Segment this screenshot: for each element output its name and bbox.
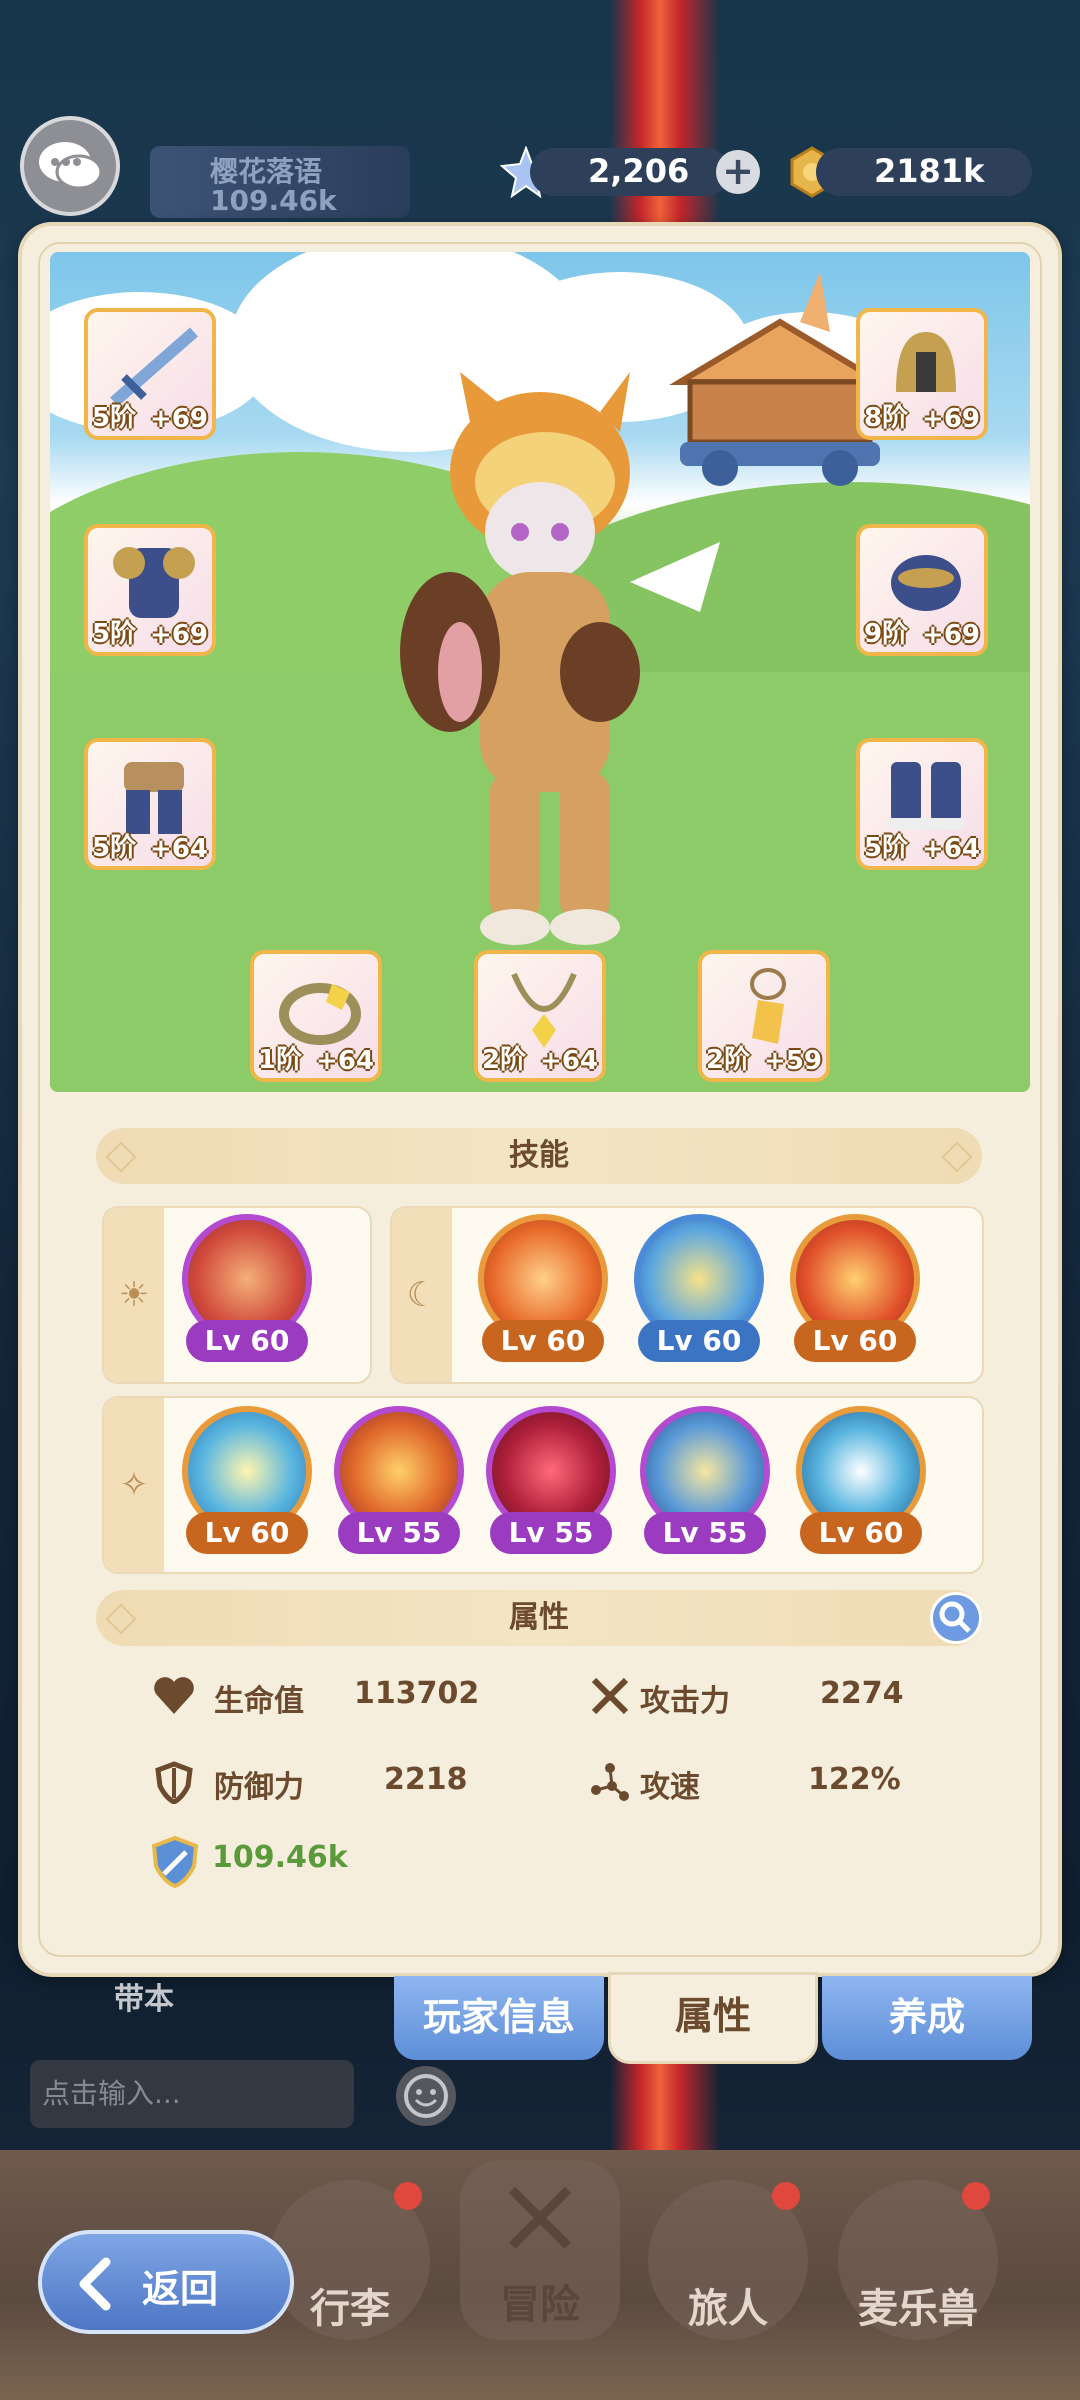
- back-arrow-icon: [79, 2257, 111, 2311]
- attack-speed-icon: [591, 1763, 629, 1801]
- power-shield-icon: [151, 1836, 199, 1888]
- atk-label: 攻击力: [640, 1684, 730, 1719]
- crossed-swords-nav-icon: [508, 2186, 572, 2250]
- spd-value: 122%: [808, 1762, 901, 1797]
- gem-value: 2,206: [588, 152, 690, 190]
- atk-value: 2274: [820, 1676, 904, 1711]
- equip-slot-gloves[interactable]: 9阶 +69: [856, 524, 988, 656]
- skill-slot-moon-3[interactable]: Lv 60: [790, 1214, 920, 1364]
- attributes-header: 属性: [96, 1590, 982, 1646]
- skill-slot-moon-1[interactable]: Lv 60: [478, 1214, 608, 1364]
- skill-slot-moon-2[interactable]: Lv 60: [634, 1214, 764, 1364]
- equip-slot-armor[interactable]: 5阶 +69: [84, 524, 216, 656]
- moon-icon: ☾: [392, 1208, 452, 1382]
- chat-bubble-button[interactable]: [20, 116, 120, 216]
- gold-counter: 2181k: [816, 148, 1032, 196]
- chat-input[interactable]: 点击输入...: [30, 2060, 354, 2128]
- hp-label: 生命值: [214, 1684, 304, 1719]
- chat-channel-label[interactable]: 带本: [114, 1974, 174, 2018]
- equip-slot-ring[interactable]: 1阶 +64: [250, 950, 382, 1082]
- nav-luggage[interactable]: 行李: [270, 2180, 430, 2340]
- def-label: 防御力: [214, 1770, 304, 1805]
- attribute-detail-button[interactable]: [930, 1592, 982, 1644]
- magnifier-icon: [939, 1601, 971, 1633]
- back-button[interactable]: 返回: [38, 2230, 294, 2334]
- equip-slot-charm[interactable]: 2阶 +59: [698, 950, 830, 1082]
- skill-slot-star-5[interactable]: Lv 60: [796, 1406, 926, 1556]
- notification-dot: [394, 2182, 422, 2210]
- equip-slot-helmet[interactable]: 8阶 +69: [856, 308, 988, 440]
- notification-dot: [962, 2182, 990, 2210]
- skill-slot-star-1[interactable]: Lv 60: [182, 1406, 312, 1556]
- emoji-button[interactable]: [396, 2066, 456, 2126]
- skill-slot-star-3[interactable]: Lv 55: [486, 1406, 616, 1556]
- spd-label: 攻速: [640, 1770, 700, 1805]
- skill-slot-sun-1[interactable]: Lv 60: [182, 1214, 312, 1364]
- player-name-plate[interactable]: 樱花落语 109.46k: [150, 146, 410, 218]
- sparkle-icon: ✧: [104, 1398, 164, 1572]
- nav-traveler[interactable]: 旅人: [648, 2180, 808, 2340]
- player-power: 109.46k: [210, 184, 337, 217]
- tab-training[interactable]: 养成: [822, 1976, 1032, 2060]
- tab-player-info[interactable]: 玩家信息: [394, 1976, 604, 2060]
- equip-slot-boots[interactable]: 5阶 +64: [856, 738, 988, 870]
- shield-icon: [155, 1761, 193, 1804]
- equip-slot-weapon[interactable]: 5阶 +69: [84, 308, 216, 440]
- gold-value: 2181k: [874, 152, 985, 190]
- crossed-swords-icon: [591, 1677, 629, 1715]
- hp-value: 113702: [354, 1676, 480, 1711]
- power-value: 109.46k: [212, 1840, 348, 1875]
- heart-icon: [154, 1677, 194, 1714]
- skill-slot-star-4[interactable]: Lv 55: [640, 1406, 770, 1556]
- player-character: [400, 372, 720, 945]
- notification-dot: [772, 2182, 800, 2210]
- tab-attributes[interactable]: 属性: [608, 1972, 818, 2064]
- skills-header: 技能: [96, 1128, 982, 1184]
- sun-icon: ☀: [104, 1208, 164, 1382]
- def-value: 2218: [384, 1762, 468, 1797]
- equip-slot-necklace[interactable]: 2阶 +64: [474, 950, 606, 1082]
- chat-icon: [39, 142, 103, 190]
- equip-slot-pants[interactable]: 5阶 +64: [84, 738, 216, 870]
- nav-adventure[interactable]: 冒险: [460, 2160, 620, 2340]
- skill-slot-star-2[interactable]: Lv 55: [334, 1406, 464, 1556]
- smiley-icon: [404, 2074, 448, 2118]
- add-gem-button[interactable]: +: [716, 150, 760, 194]
- gem-counter: 2,206: [530, 148, 730, 196]
- nav-pet[interactable]: 麦乐兽: [838, 2180, 998, 2340]
